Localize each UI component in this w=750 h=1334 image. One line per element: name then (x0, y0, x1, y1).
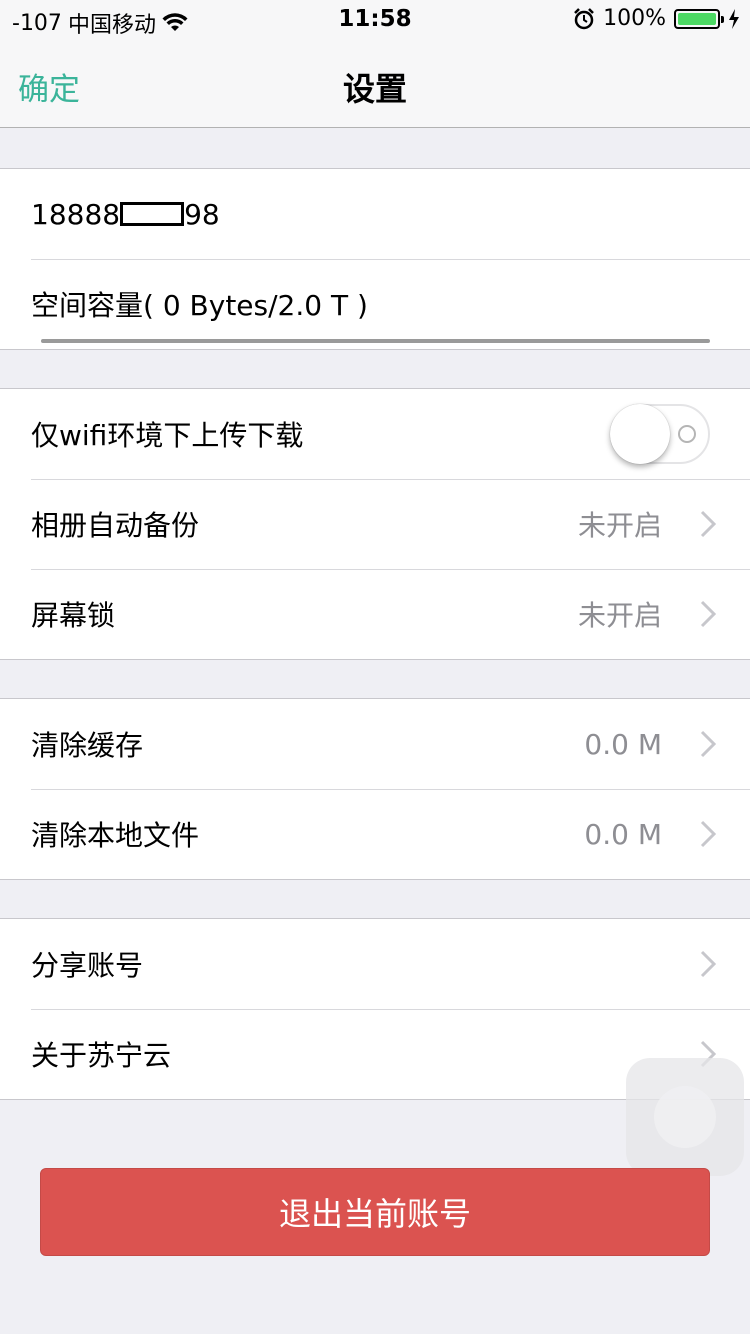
toggle-knob (610, 404, 670, 464)
wifi-only-toggle[interactable] (610, 404, 710, 464)
chevron-right-icon (688, 814, 728, 854)
phone-suffix: 98 (184, 197, 220, 231)
charging-icon (729, 8, 739, 29)
wifi-only-label: 仅wifi环境下上传下载 (31, 419, 304, 452)
chevron-right-icon (688, 594, 728, 634)
clear-cache-label: 清除缓存 (31, 729, 144, 762)
clear-local-files-label: 清除本地文件 (31, 819, 200, 852)
album-backup-label: 相册自动备份 (31, 509, 200, 542)
status-bar: -107 中国移动 11:58 100% (0, 0, 750, 40)
album-backup-row[interactable]: 相册自动备份 未开启 (0, 479, 750, 569)
chevron-right-icon (688, 724, 728, 764)
assistive-touch-inner (654, 1086, 716, 1148)
logout-button[interactable]: 退出当前账号 (40, 1168, 710, 1256)
battery-icon (674, 8, 724, 29)
album-backup-status: 未开启 (577, 509, 662, 542)
assistive-touch-button[interactable] (626, 1058, 744, 1176)
settings-group: 仅wifi环境下上传下载 相册自动备份 未开启 屏幕锁 未开启 (0, 388, 750, 660)
account-group: 18888 98 空间容量( 0 Bytes/2.0 T ) (0, 168, 750, 350)
screen-lock-status: 未开启 (577, 599, 662, 632)
capacity-progress-bar (41, 339, 710, 343)
phone-prefix: 18888 (31, 197, 121, 231)
clear-cache-row[interactable]: 清除缓存 0.0 M (0, 699, 750, 789)
wifi-only-row[interactable]: 仅wifi环境下上传下载 (0, 389, 750, 479)
about-app-label: 关于苏宁云 (31, 1039, 172, 1072)
share-account-row[interactable]: 分享账号 (0, 919, 750, 1009)
toggle-off-indicator (678, 425, 696, 443)
local-files-size: 0.0 M (584, 817, 662, 851)
share-account-label: 分享账号 (31, 949, 144, 982)
alarm-icon (574, 7, 594, 29)
masked-digits (120, 201, 185, 226)
page-title: 设置 (342, 70, 407, 108)
phone-number: 18888 98 (31, 198, 750, 231)
cache-group: 清除缓存 0.0 M 清除本地文件 0.0 M (0, 698, 750, 880)
screen-lock-label: 屏幕锁 (31, 599, 116, 632)
capacity-row: 空间容量( 0 Bytes/2.0 T ) (0, 259, 750, 349)
clear-local-files-row[interactable]: 清除本地文件 0.0 M (0, 789, 750, 879)
chevron-right-icon (688, 504, 728, 544)
cache-size: 0.0 M (584, 727, 662, 761)
account-row: 18888 98 (0, 169, 750, 259)
chevron-right-icon (688, 944, 728, 984)
battery-percent: 100% (603, 6, 666, 31)
navigation-bar: 确定 设置 (0, 40, 750, 128)
capacity-label: 空间容量( 0 Bytes/2.0 T ) (31, 289, 368, 322)
screen-lock-row[interactable]: 屏幕锁 未开启 (0, 569, 750, 659)
